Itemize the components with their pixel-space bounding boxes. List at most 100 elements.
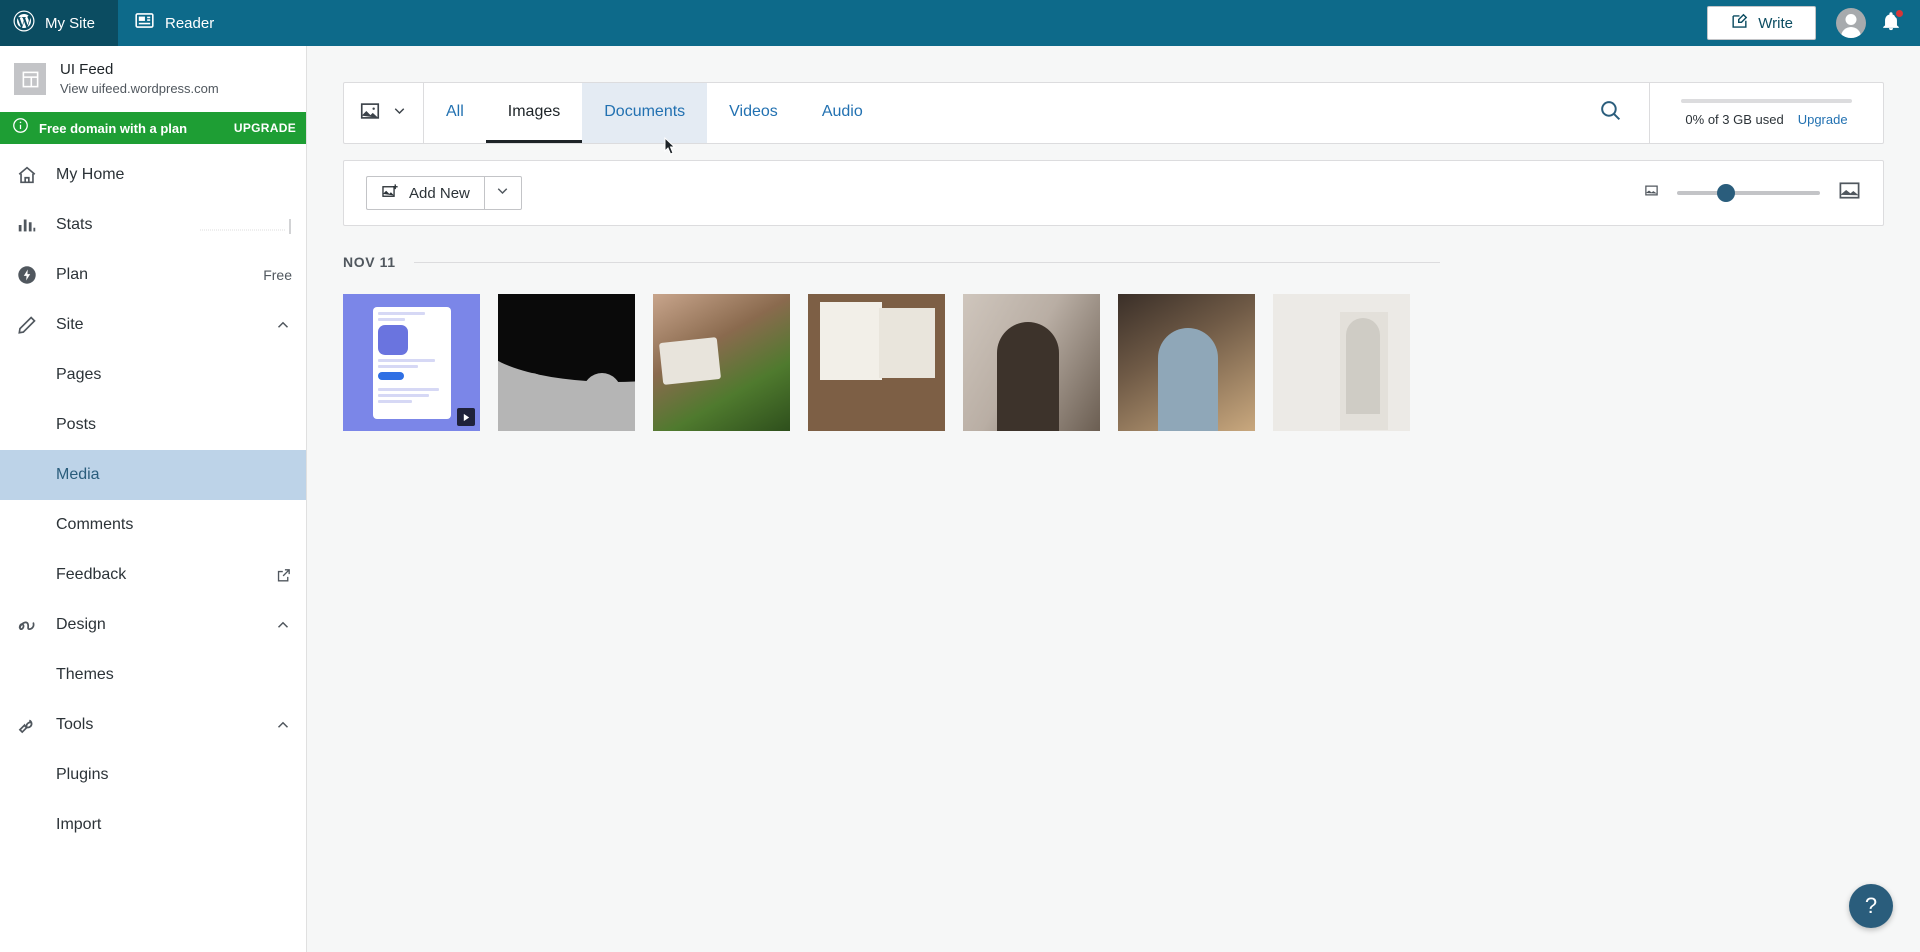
chevron-up-icon[interactable] [274,616,292,634]
chevron-up-icon[interactable] [274,716,292,734]
media-item[interactable] [1118,294,1255,431]
free-domain-banner[interactable]: Free domain with a plan UPGRADE [0,112,306,145]
large-thumbnails-icon[interactable] [1838,179,1861,207]
masthead-spacer [230,0,1707,46]
media-type-tabs: All Images Documents Videos Audio [424,83,885,143]
sidebar-item-label: Comments [56,516,134,534]
thumbnail-size-control [1644,179,1861,207]
media-item[interactable] [343,294,480,431]
small-thumbnails-icon[interactable] [1644,183,1659,203]
sidebar-item-label: Feedback [56,566,127,584]
storage-upgrade-link[interactable]: Upgrade [1798,112,1848,127]
sidebar-item-media[interactable]: Media [0,450,306,501]
sidebar-item-posts[interactable]: Posts [0,400,306,450]
image-filter-icon [359,100,381,127]
write-pencil-icon [1730,12,1749,35]
tab-label: Videos [729,102,778,120]
stats-sparkline [200,215,292,235]
sidebar-item-label: Design [56,616,106,634]
tab-videos[interactable]: Videos [707,83,800,143]
home-icon [16,164,44,186]
help-button[interactable]: ? [1849,884,1893,928]
tab-label: Audio [821,102,863,120]
sidebar-item-label: Import [56,816,102,834]
date-group-header: NOV 11 [343,254,1884,270]
sidebar-item-themes[interactable]: Themes [0,650,306,700]
site-layout-icon [14,63,46,96]
date-divider [413,261,1440,263]
notification-badge-dot [1894,7,1905,19]
add-new-label: Add New [409,184,470,202]
filter-bar-spacer [885,83,1572,143]
date-group-label: NOV 11 [343,254,396,270]
media-item[interactable] [963,294,1100,431]
sidebar-item-my-home[interactable]: My Home [0,150,306,200]
notifications-bell-icon[interactable] [1880,7,1905,37]
tab-all[interactable]: All [424,83,486,143]
tab-audio[interactable]: Audio [800,83,885,143]
sidebar: UI Feed View uifeed.wordpress.com Free d… [0,46,307,952]
wordpress-logo-icon [12,9,36,38]
sidebar-item-label: Media [56,466,100,484]
sidebar-item-label: Pages [56,366,102,384]
storage-used-label: 0% of 3 GB used [1685,112,1784,127]
tab-images[interactable]: Images [485,83,583,143]
add-new-dropdown-toggle[interactable] [483,176,522,210]
sidebar-item-tools[interactable]: Tools [0,700,306,750]
masthead-my-site[interactable]: My Site [0,0,118,46]
sidebar-item-plugins[interactable]: Plugins [0,750,306,800]
sidebar-item-site[interactable]: Site [0,300,306,350]
sidebar-item-label: Stats [56,216,93,234]
video-play-icon [457,408,475,426]
site-name: UI Feed [60,61,114,78]
banner-text: Free domain with a plan [39,120,188,136]
media-action-bar: Add New [343,160,1884,226]
chevron-down-icon [391,102,408,124]
sidebar-item-label: Posts [56,416,97,434]
media-item[interactable] [1273,294,1410,431]
sidebar-item-label: Tools [56,716,94,734]
masthead-my-site-label: My Site [45,14,96,32]
plan-badge: Free [263,267,292,284]
media-item[interactable] [653,294,790,431]
sidebar-item-label: Themes [56,666,114,684]
sidebar-item-label: Plugins [56,766,109,784]
sidebar-item-pages[interactable]: Pages [0,350,306,400]
add-new-button[interactable]: Add New [366,176,484,210]
search-button[interactable] [1572,83,1650,143]
tab-label: Images [507,102,561,120]
write-button[interactable]: Write [1707,6,1816,40]
tab-documents[interactable]: Documents [582,83,708,143]
thumbnail-art-detail [583,373,621,431]
sidebar-item-plan[interactable]: Plan Free [0,250,306,300]
site-header[interactable]: UI Feed View uifeed.wordpress.com [0,46,306,112]
thumbnail-art [498,294,635,382]
search-icon [1598,98,1623,128]
tab-label: Documents [604,102,686,120]
sidebar-item-feedback[interactable]: Feedback [0,550,306,600]
thumbnail-art-detail [512,373,550,431]
sidebar-item-design[interactable]: Design [0,600,306,650]
sidebar-item-comments[interactable]: Comments [0,500,306,550]
help-question-icon: ? [1864,893,1878,918]
slider-handle[interactable] [1717,184,1735,202]
info-circle-icon [12,117,29,139]
chevron-up-icon[interactable] [274,316,292,334]
masthead-reader-label: Reader [165,14,215,32]
bar-chart-icon [16,214,44,236]
media-type-filter[interactable] [344,83,424,143]
media-item[interactable] [808,294,945,431]
wrench-icon [16,714,44,736]
media-thumbnail-grid [343,294,1884,431]
thumbnail-size-slider[interactable] [1677,184,1820,202]
sidebar-nav: My Home Stats Plan Free Site Pages Posts… [0,144,306,850]
media-item[interactable] [498,294,635,431]
storage-meter: 0% of 3 GB used Upgrade [1650,83,1883,143]
masthead-reader[interactable]: Reader [118,0,230,46]
main-content: All Images Documents Videos Audio 0% of … [307,46,1920,952]
pencil-icon [16,314,44,336]
avatar[interactable] [1836,8,1866,38]
sidebar-item-import[interactable]: Import [0,800,306,850]
sidebar-item-stats[interactable]: Stats [0,200,306,250]
banner-upgrade-link[interactable]: UPGRADE [234,121,296,135]
